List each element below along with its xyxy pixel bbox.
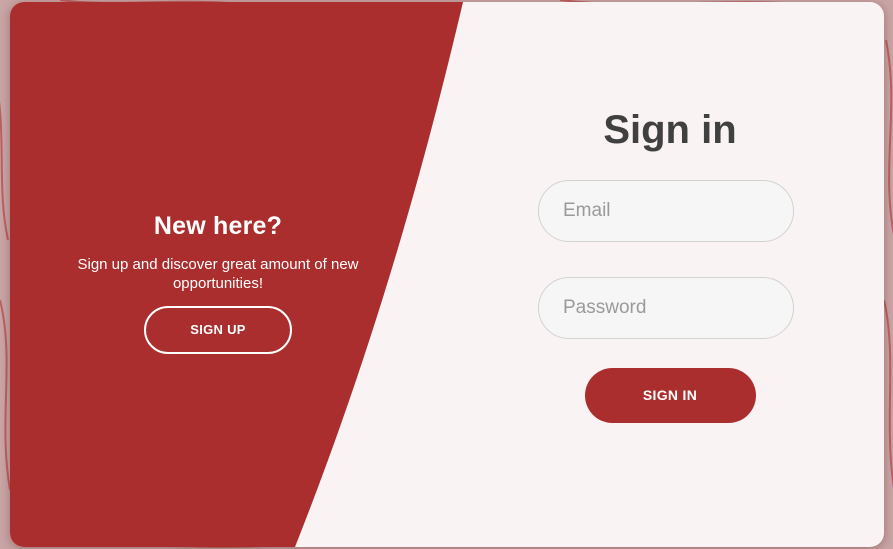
signin-title: Sign in (603, 108, 737, 152)
email-field[interactable] (538, 180, 794, 242)
signin-form: Sign in SIGN IN (520, 108, 820, 423)
signin-button[interactable]: SIGN IN (584, 368, 756, 423)
auth-card: New here? Sign up and discover great amo… (10, 2, 884, 547)
password-field[interactable] (538, 277, 794, 339)
signup-title: New here? (153, 212, 283, 240)
signup-panel: New here? Sign up and discover great amo… (28, 212, 408, 354)
signup-description: Sign up and discover great amount of new… (77, 256, 359, 292)
signup-button[interactable]: SIGN UP (144, 306, 292, 354)
